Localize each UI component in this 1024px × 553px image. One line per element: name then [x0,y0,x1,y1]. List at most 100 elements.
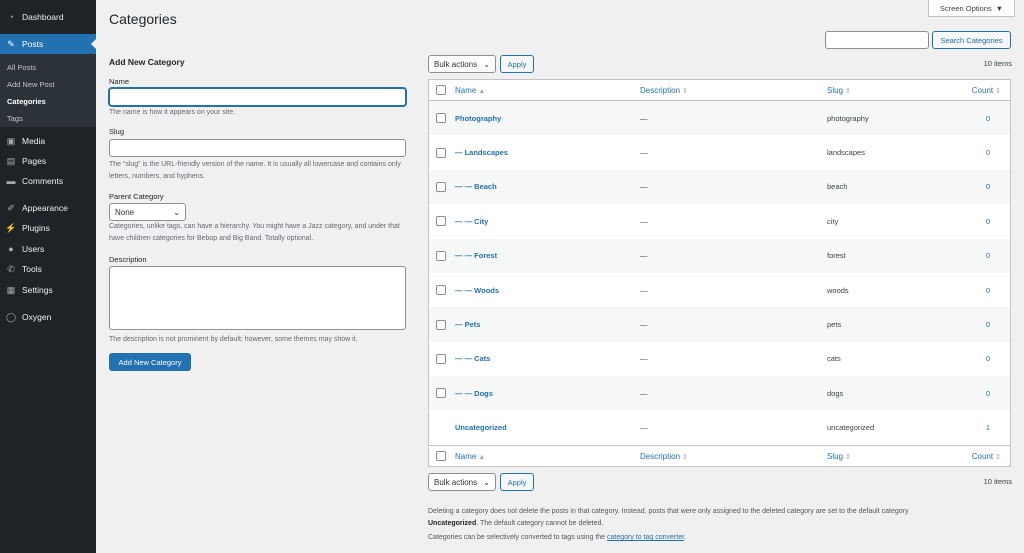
column-description[interactable]: Description ⇕ [640,86,688,95]
bulk-actions-select-bottom[interactable]: Bulk actions ⌄ [428,473,496,491]
submenu-item-all-posts[interactable]: All Posts [7,63,36,72]
column-slug[interactable]: Slug ⇕ [827,86,851,95]
name-label: Name [109,77,130,86]
category-name-link[interactable]: — — Cats [455,354,490,363]
category-count-link[interactable]: 0 [986,217,990,226]
category-slug: pets [827,320,842,330]
slug-input[interactable] [109,139,406,157]
column-count[interactable]: Count ⇕ [972,452,1001,461]
row-checkbox[interactable] [436,216,446,227]
sidebar-item-dashboard[interactable]: ◔ Dashboard [0,7,96,27]
row-checkbox[interactable] [436,319,446,330]
category-slug: forest [827,251,846,261]
apply-button-bottom[interactable]: Apply [500,473,534,491]
column-slug[interactable]: Slug ⇕ [827,452,851,461]
category-count-link[interactable]: 0 [986,182,990,191]
sidebar-item-users[interactable]: ● Users [0,239,96,259]
sidebar-item-label: Appearance [22,203,68,213]
category-description: — [640,320,648,330]
row-checkbox[interactable] [436,353,446,364]
items-count-bottom: 10 items [983,477,1012,486]
sidebar-item-settings[interactable]: ▦ Settings [0,280,96,300]
category-count-link[interactable]: 0 [986,251,990,260]
table-footer: Name ▲ Description ⇕ Slug ⇕ Count ⇕ [429,445,1010,466]
category-slug: landscapes [827,148,865,158]
search-categories-button[interactable]: Search Categories [932,31,1011,49]
default-note-rest: . The default category cannot be deleted… [476,520,604,527]
category-name-link[interactable]: — Landscapes [455,148,508,157]
apply-button-top[interactable]: Apply [500,55,534,73]
category-name-link[interactable]: — — City [455,217,488,226]
uncategorized-bold: Uncategorized [428,520,477,527]
default-category-note: Uncategorized. The default category cann… [428,520,603,527]
row-checkbox[interactable] [436,285,446,296]
category-description: — [640,388,648,398]
submenu-item-add-new-post[interactable]: Add New Post [7,80,55,89]
category-name-link[interactable]: — — Dogs [455,389,493,398]
sidebar-item-posts[interactable]: ✎ Posts [0,34,96,54]
slug-label: Slug [109,127,125,136]
parent-hint: Categories, unlike tags, can have a hier… [109,223,400,242]
sidebar-item-tools[interactable]: ✆ Tools [0,259,96,279]
submenu-item-tags[interactable]: Tags [7,114,23,123]
category-count-link[interactable]: 0 [986,320,990,329]
category-description: — [640,354,648,364]
category-to-tag-converter-link[interactable]: category to tag converter [607,534,684,541]
column-name[interactable]: Name ▲ [455,86,485,95]
sidebar-item-oxygen[interactable]: ◯ Oxygen [0,307,96,327]
sort-icon: ⇕ [845,453,851,461]
row-checkbox[interactable] [436,250,446,261]
settings-icon: ▦ [6,284,16,295]
submenu-item-categories[interactable]: Categories [7,97,46,106]
slug-hint: The “slug” is the URL-friendly version o… [109,161,401,180]
category-count-link[interactable]: 0 [986,114,990,123]
category-name-link[interactable]: — — Forest [455,251,497,260]
category-name-link[interactable]: — — Woods [455,286,499,295]
bulk-actions-select-top[interactable]: Bulk actions ⌄ [428,55,496,73]
search-input[interactable] [825,31,929,49]
sidebar-item-label: Media [22,136,46,146]
category-name-link[interactable]: Uncategorized [455,423,507,432]
sidebar-item-plugins[interactable]: ⚡ Plugins [0,218,96,238]
sort-icon: ▲ [478,87,486,95]
category-slug: dogs [827,388,844,398]
sidebar-item-label: Plugins [22,223,50,233]
column-count[interactable]: Count ⇕ [972,86,1001,95]
sidebar-item-appearance[interactable]: ✐ Appearance [0,198,96,218]
column-name[interactable]: Name ▲ [455,452,485,461]
category-name-link[interactable]: Photography [455,114,501,123]
row-checkbox[interactable] [436,113,446,124]
select-all-checkbox[interactable] [436,451,446,461]
screen-options-button[interactable]: Screen Options ▼ [928,0,1015,17]
category-count-link[interactable]: 0 [986,286,990,295]
chevron-down-icon: ⌄ [173,207,180,217]
category-count-link[interactable]: 1 [986,423,990,432]
sidebar-item-comments[interactable]: ▬ Comments [0,171,96,191]
select-all-checkbox[interactable] [436,85,446,95]
category-count-link[interactable]: 0 [986,354,990,363]
converter-note-end: . [684,534,686,541]
table-row: — — City — city 0 [429,204,1010,239]
converter-note: Categories can be selectively converted … [428,534,686,541]
row-checkbox[interactable] [436,388,446,399]
category-name-link[interactable]: — — Beach [455,182,497,191]
bulk-actions-label: Bulk actions [434,59,478,69]
category-count-link[interactable]: 0 [986,148,990,157]
category-count-link[interactable]: 0 [986,389,990,398]
parent-category-select[interactable]: None ⌄ [109,203,186,221]
row-checkbox[interactable] [436,147,446,158]
row-checkbox[interactable] [436,181,446,192]
name-hint: The name is how it appears on your site. [109,109,236,116]
sidebar-item-pages[interactable]: ▤ Pages [0,151,96,171]
items-count-top: 10 items [983,59,1012,68]
add-new-category-button[interactable]: Add New Category [109,353,191,371]
sidebar-item-media[interactable]: ▣ Media [0,131,96,151]
category-name-link[interactable]: — Pets [455,320,480,329]
category-description: — [640,148,648,158]
description-textarea[interactable] [109,266,406,330]
column-description[interactable]: Description ⇕ [640,452,688,461]
name-input[interactable] [109,88,406,106]
sort-icon: ⇕ [995,453,1001,461]
category-description: — [640,216,648,226]
table-row: — — Woods — woods 0 [429,273,1010,308]
